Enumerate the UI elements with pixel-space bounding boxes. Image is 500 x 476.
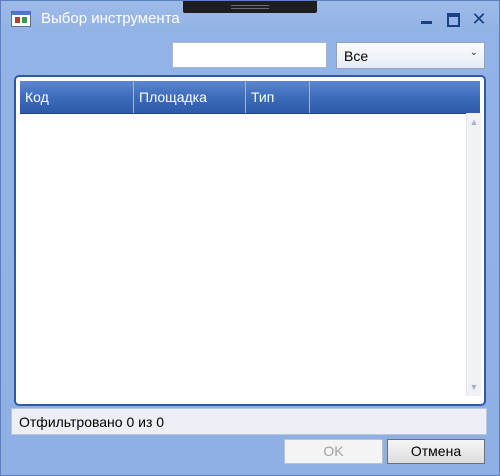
dialog-window: Выбор инструмента ✕ Все ⌄ Код Площадка Т…	[0, 0, 500, 476]
chevron-down-icon: ⌄	[469, 47, 478, 58]
type-filter-dropdown[interactable]: Все ⌄	[336, 42, 485, 69]
status-bar: Отфильтровано 0 из 0	[11, 408, 487, 435]
close-icon[interactable]: ✕	[469, 9, 489, 29]
column-header-filler	[310, 81, 480, 113]
scroll-down-icon[interactable]: ▼	[467, 380, 481, 394]
scroll-up-icon[interactable]: ▲	[467, 115, 481, 129]
minimize-icon[interactable]	[417, 9, 437, 29]
search-input[interactable]	[172, 42, 327, 68]
vertical-scrollbar[interactable]: ▲ ▼	[466, 113, 481, 396]
tools-grid: Код Площадка Тип ▲ ▼	[14, 75, 486, 406]
grid-rows-area[interactable]	[20, 114, 466, 396]
column-header-site[interactable]: Площадка	[134, 81, 246, 113]
column-header-code[interactable]: Код	[20, 81, 134, 113]
grid-header: Код Площадка Тип	[20, 81, 480, 114]
ok-button[interactable]: OK	[284, 439, 383, 464]
snap-grip-handle[interactable]	[183, 1, 317, 13]
window-title: Выбор инструмента	[41, 10, 180, 27]
app-window-icon	[11, 11, 31, 27]
type-filter-selected: Все	[344, 48, 369, 64]
column-header-type[interactable]: Тип	[246, 81, 310, 113]
maximize-icon[interactable]	[444, 9, 464, 29]
cancel-button[interactable]: Отмена	[387, 439, 485, 464]
filtered-count-text: Отфильтровано 0 из 0	[19, 414, 165, 430]
